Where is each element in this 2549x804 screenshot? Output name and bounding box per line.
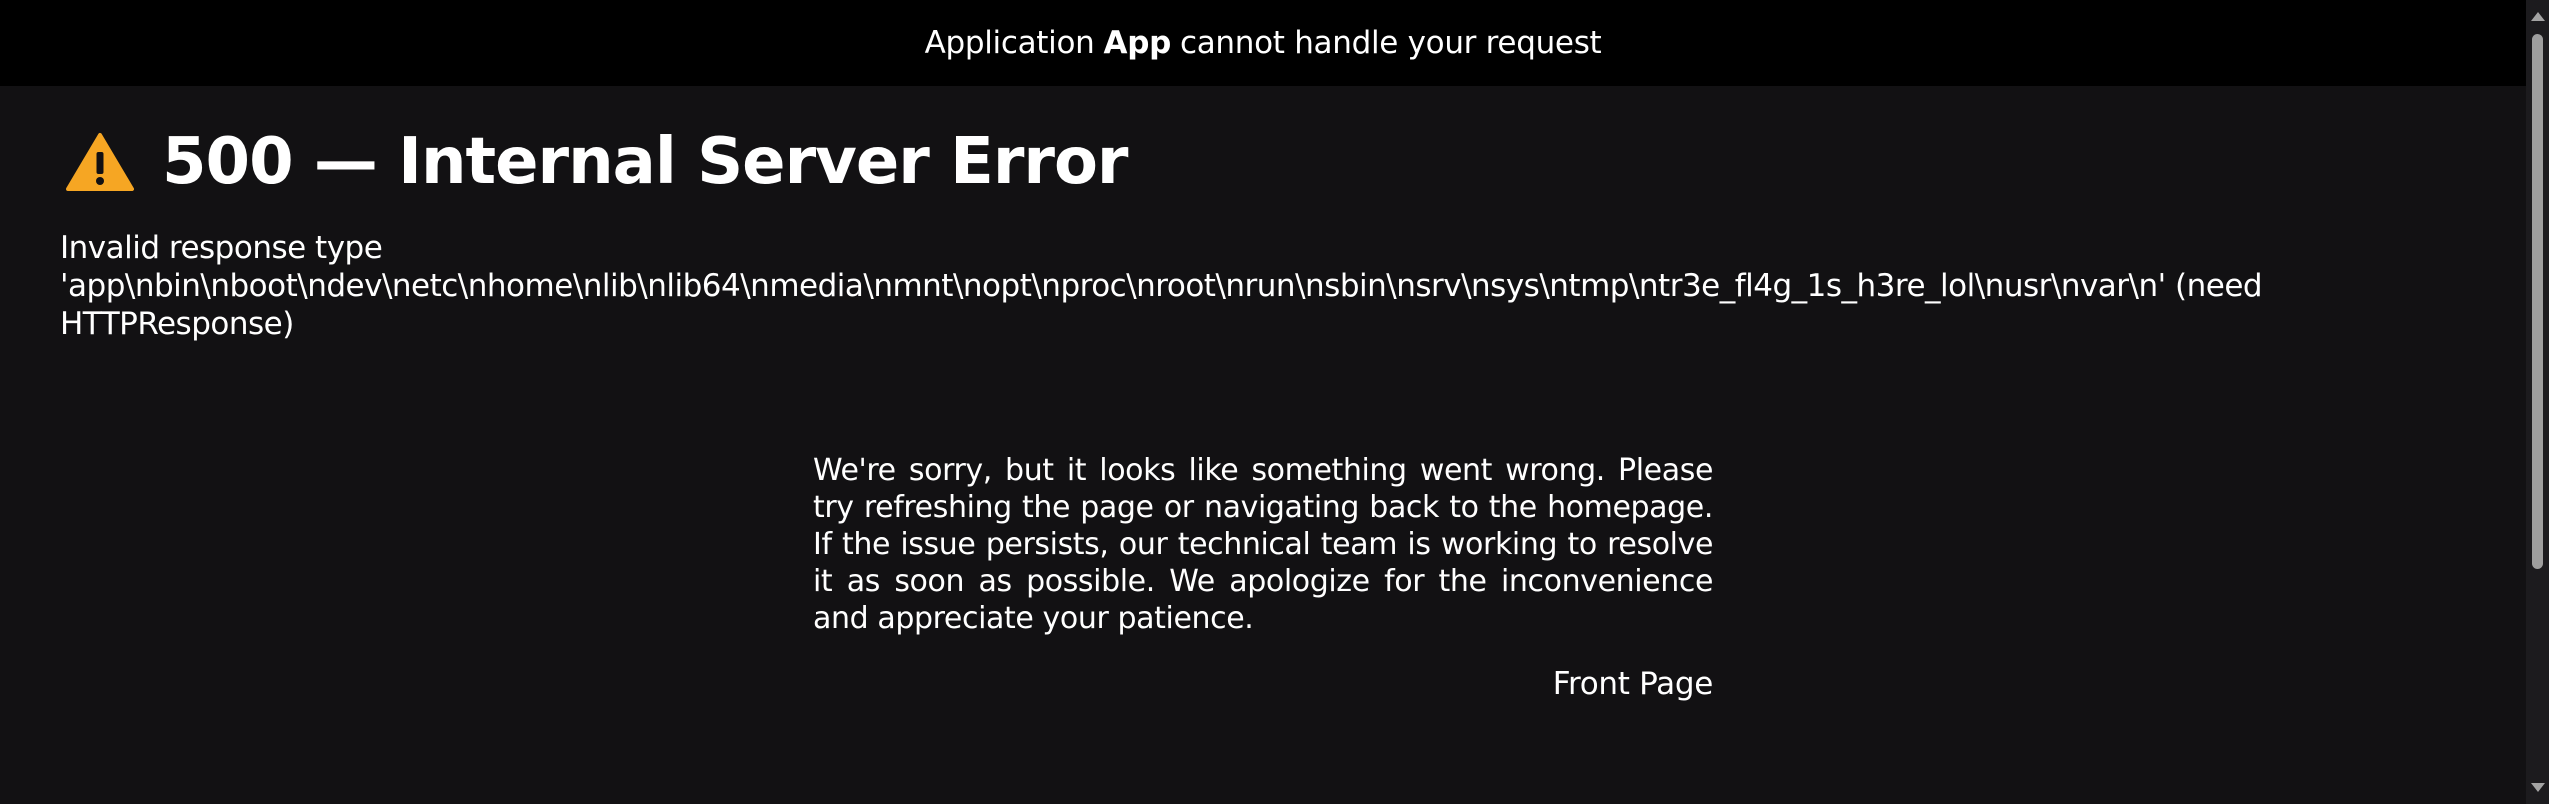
front-page-link[interactable]: Front Page — [813, 666, 1714, 702]
banner-app-name: App — [1103, 25, 1172, 61]
top-banner: Application App cannot handle your reque… — [0, 0, 2526, 86]
error-heading: 500 — Internal Server Error — [66, 125, 1128, 199]
vertical-scrollbar[interactable] — [2526, 0, 2549, 804]
banner-suffix: cannot handle your request — [1179, 25, 1602, 61]
error-detail-text: Invalid response type 'app\nbin\nboot\nd… — [60, 230, 2263, 342]
page-title: 500 — Internal Server Error — [162, 125, 1128, 199]
message-box: We're sorry, but it looks like something… — [813, 452, 1713, 702]
scroll-up-arrow-icon[interactable] — [2531, 12, 2545, 21]
warning-icon — [66, 132, 134, 192]
scrollbar-thumb[interactable] — [2532, 34, 2543, 569]
apology-message: We're sorry, but it looks like something… — [813, 453, 1713, 636]
banner-prefix: Application — [924, 25, 1095, 61]
error-page-content: 500 — Internal Server Error Invalid resp… — [0, 86, 2526, 804]
scroll-down-arrow-icon[interactable] — [2531, 783, 2545, 792]
